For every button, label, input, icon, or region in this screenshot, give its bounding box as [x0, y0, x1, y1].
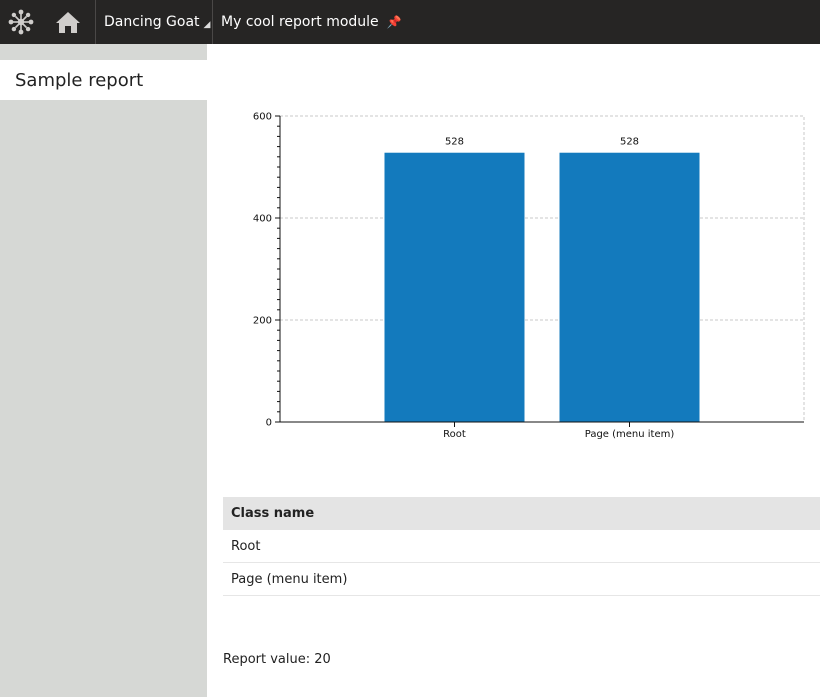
table-cell: Root: [231, 538, 261, 554]
bar-chart: 0 200 400 600 528 Root 528 Page (menu item): [253, 112, 805, 440]
data-label: 528: [620, 137, 639, 148]
y-tick-label: 0: [266, 418, 272, 429]
pin-icon[interactable]: 📌: [387, 15, 402, 29]
table-header: Class name: [223, 497, 820, 530]
table-cell: Page (menu item): [231, 571, 348, 587]
top-bar: Dancing Goat ◢ My cool report module 📌: [0, 0, 820, 44]
y-tick-label: 200: [253, 316, 272, 327]
module-title: My cool report module: [221, 14, 379, 30]
x-tick-label: Page (menu item): [585, 429, 675, 440]
x-tick-label: Root: [443, 429, 466, 440]
table-row: Page (menu item): [223, 563, 820, 596]
column-header-class-name: Class name: [231, 506, 315, 521]
main-content: 0 200 400 600 528 Root 528 Page (menu item) Cla…: [207, 44, 820, 697]
bar: [384, 152, 525, 422]
class-table: Class name Root Page (menu item): [223, 497, 820, 596]
y-tick-label: 600: [253, 112, 272, 123]
sidebar-item-label: Sample report: [15, 69, 144, 91]
report-value: Report value: 20: [223, 652, 331, 667]
kentico-logo-icon[interactable]: [0, 0, 42, 44]
home-icon[interactable]: [42, 0, 94, 44]
breadcrumb: My cool report module 📌: [213, 0, 402, 44]
sidebar-item-sample-report[interactable]: Sample report: [0, 60, 207, 100]
site-label: Dancing Goat: [104, 14, 200, 30]
site-selector[interactable]: Dancing Goat ◢: [96, 0, 220, 44]
sidebar: Sample report: [0, 44, 207, 697]
y-tick-label: 400: [253, 214, 272, 225]
data-label: 528: [445, 137, 464, 148]
bar: [559, 152, 700, 422]
plot-area: [279, 115, 805, 423]
caret-down-icon: ◢: [203, 19, 211, 30]
table-row: Root: [223, 530, 820, 563]
